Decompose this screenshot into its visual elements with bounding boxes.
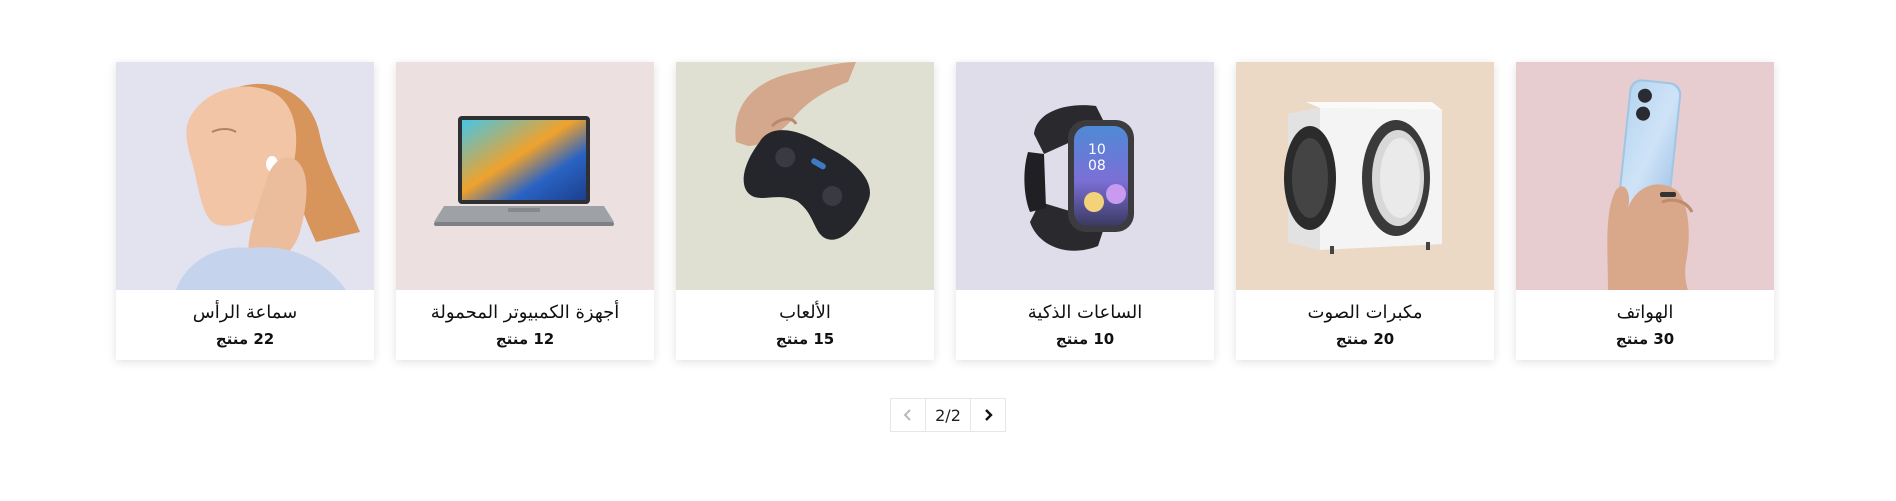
card-info: سماعة الرأس 22 منتج [116,290,374,360]
chevron-left-icon [903,409,911,421]
page-indicator: 2/2 [926,398,970,432]
laptop-image [396,62,654,290]
product-count: 20 منتج [1335,330,1395,348]
category-card-smartwatches[interactable]: 10 08 الساعات الذكية 10 منتج [956,62,1214,360]
category-title: أجهزة الكمبيوتر المحمولة [430,302,620,323]
card-info: الألعاب 15 منتج [676,290,934,360]
card-info: الساعات الذكية 10 منتج [956,290,1214,360]
category-title: الألعاب [779,302,831,323]
category-title: سماعة الرأس [192,302,298,323]
product-count: 10 منتج [1055,330,1115,348]
card-info: مكبرات الصوت 20 منتج [1236,290,1494,360]
category-title: مكبرات الصوت [1307,302,1423,323]
speaker-image [1236,62,1494,290]
category-card-headphones[interactable]: سماعة الرأس 22 منتج [116,62,374,360]
carousel-pagination: 2/2 [890,398,1006,432]
category-title: الهواتف [1616,302,1674,323]
gamepad-image [676,62,934,290]
category-card-phones[interactable]: الهواتف 30 منتج [1516,62,1774,360]
category-cards: الهواتف 30 منتج مكبرات الصوت 20 منتج 10 … [116,62,1774,360]
woman-with-earbuds-image [116,62,374,290]
smartwatch-image: 10 08 [956,62,1214,290]
next-page-button[interactable] [970,398,1006,432]
category-card-speakers[interactable]: مكبرات الصوت 20 منتج [1236,62,1494,360]
card-info: الهواتف 30 منتج [1516,290,1774,360]
phone-in-hand-image [1516,62,1774,290]
svg-text:10: 10 [1088,142,1106,158]
category-carousel: الهواتف 30 منتج مكبرات الصوت 20 منتج 10 … [0,0,1896,501]
product-count: 15 منتج [775,330,835,348]
product-count: 22 منتج [215,330,275,348]
card-info: أجهزة الكمبيوتر المحمولة 12 منتج [396,290,654,360]
svg-text:08: 08 [1088,158,1106,174]
category-title: الساعات الذكية [1027,302,1143,323]
product-count: 30 منتج [1615,330,1675,348]
category-card-laptops[interactable]: أجهزة الكمبيوتر المحمولة 12 منتج [396,62,654,360]
chevron-right-icon [985,409,993,421]
product-count: 12 منتج [495,330,555,348]
category-card-games[interactable]: الألعاب 15 منتج [676,62,934,360]
prev-page-button[interactable] [890,398,926,432]
